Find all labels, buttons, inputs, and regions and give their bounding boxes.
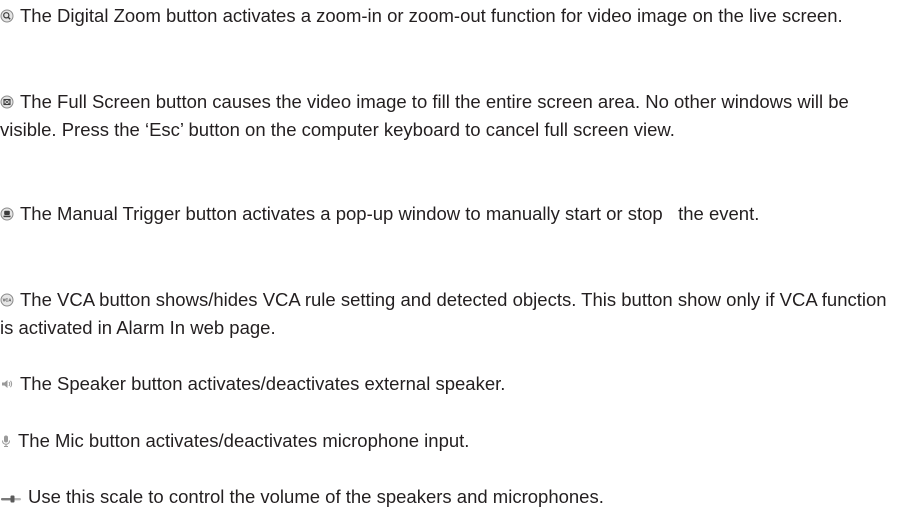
mic-description: The Mic button activates/deactivates mic…: [0, 427, 888, 455]
volume-scale-description: Use this scale to control the volume of …: [0, 483, 888, 511]
full-screen-icon: [0, 95, 14, 109]
volume-scale-text: Use this scale to control the volume of …: [28, 486, 604, 507]
vca-icon-label: VCA: [3, 298, 12, 303]
full-screen-text: The Full Screen button causes the video …: [0, 91, 849, 140]
digital-zoom-description: The Digital Zoom button activates a zoom…: [0, 2, 888, 30]
speaker-description: The Speaker button activates/deactivates…: [0, 370, 888, 398]
manual-trigger-icon: [0, 207, 14, 221]
speaker-text: The Speaker button activates/deactivates…: [20, 373, 506, 394]
digital-zoom-text: The Digital Zoom button activates a zoom…: [20, 5, 843, 26]
volume-slider-icon: [0, 494, 22, 504]
vca-icon: VCA: [0, 293, 14, 307]
full-screen-description: The Full Screen button causes the video …: [0, 88, 888, 144]
vca-text: The VCA button shows/hides VCA rule sett…: [0, 289, 887, 338]
mic-text: The Mic button activates/deactivates mic…: [18, 430, 470, 451]
manual-trigger-description: The Manual Trigger button activates a po…: [0, 200, 888, 228]
digital-zoom-icon: [0, 9, 14, 23]
speaker-icon: [0, 377, 14, 391]
manual-trigger-text: The Manual Trigger button activates a po…: [20, 203, 760, 224]
vca-description: VCA The VCA button shows/hides VCA rule …: [0, 286, 888, 342]
mic-icon: [0, 434, 12, 448]
